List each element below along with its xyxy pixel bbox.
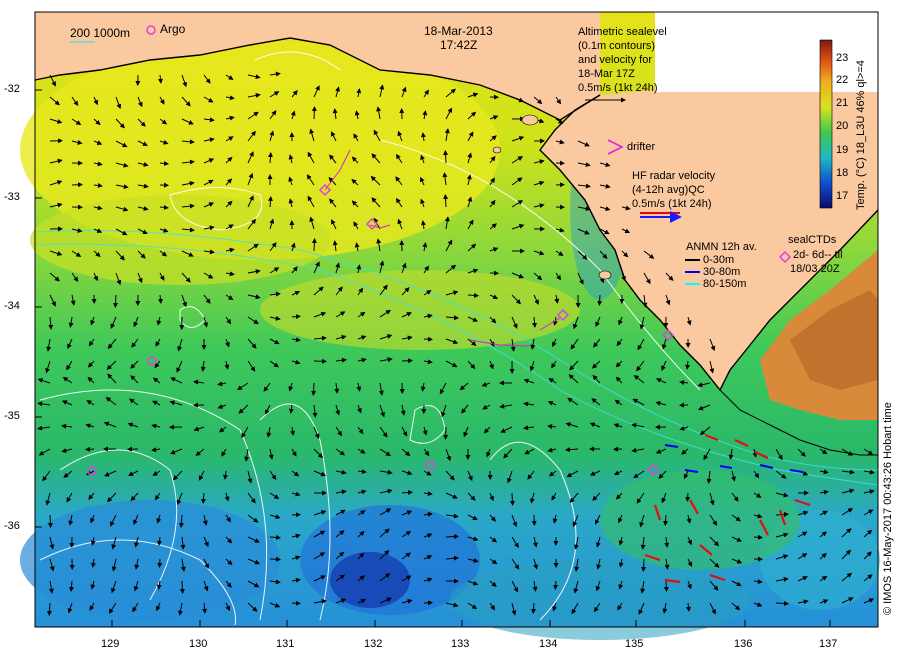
sealctds-legend-line-2: 2d- 6d-- til	[793, 249, 843, 261]
x-tick-label: 137	[819, 638, 838, 650]
velocity-arrow	[597, 294, 603, 306]
velocity-arrow	[291, 600, 301, 606]
velocity-arrow	[157, 558, 163, 568]
altimetry-legend-line-3: and velocity for	[578, 54, 652, 66]
velocity-arrow	[311, 238, 317, 252]
anmn-legend-item-2: 80-150m	[703, 278, 747, 290]
sealctds-legend-line-3: 18/03 20Z	[790, 263, 840, 275]
y-tick-label: -36	[4, 520, 20, 532]
velocity-arrow	[311, 106, 317, 120]
altimetry-legend-line-4: 18-Mar 17Z	[578, 68, 635, 80]
anmn-legend-item-0: 0-30m	[703, 254, 735, 266]
x-tick-label: 130	[189, 638, 208, 650]
altimetry-legend-line-5: 0.5m/s (1kt 24h)	[578, 82, 658, 94]
velocity-arrow	[445, 534, 459, 540]
velocity-arrow	[47, 514, 53, 528]
x-tick-label: 131	[276, 638, 295, 650]
argo-legend-label: Argo	[160, 22, 186, 36]
anmn-legend-item-1: 30-80m	[703, 266, 741, 278]
colorbar-tick: 19	[836, 144, 849, 156]
hf-radar-legend-line-3: 0.5m/s (1kt 24h)	[632, 198, 712, 210]
y-tick-label: -34	[4, 300, 20, 312]
velocity-arrow	[641, 558, 647, 572]
x-tick-label: 132	[364, 638, 383, 650]
velocity-arrow	[553, 580, 559, 590]
velocity-arrow	[775, 600, 789, 606]
altimetry-legend-line-1: Altimetric sealevel	[578, 26, 667, 38]
credit-text: © IMOS 16-May-2017 00:43:26 Hobart time	[882, 402, 894, 615]
velocity-arrow	[685, 492, 691, 502]
hf-radar-legend-line-2: (4-12h avg)QC	[632, 184, 705, 196]
depth-contour-legend: 200 1000m	[70, 26, 131, 40]
colorbar-tick: 22	[836, 74, 849, 86]
velocity-arrow	[443, 194, 449, 208]
x-tick-label: 136	[734, 638, 753, 650]
sst-map	[20, 11, 880, 640]
colorbar-tick: 18	[836, 167, 849, 179]
velocity-arrow	[663, 514, 669, 526]
velocity-arrow	[663, 580, 669, 592]
y-tick-label: -32	[4, 83, 20, 95]
velocity-arrow	[113, 294, 119, 308]
x-tick-label: 135	[625, 638, 644, 650]
drifter-legend-label: drifter	[627, 141, 656, 153]
velocity-arrow	[753, 534, 763, 540]
colorbar	[819, 39, 833, 209]
anmn-legend-title: ANMN 12h av.	[686, 241, 757, 253]
velocity-arrow	[443, 150, 449, 164]
velocity-arrow	[313, 358, 327, 364]
velocity-arrow	[71, 182, 83, 188]
y-tick-label: -33	[4, 191, 20, 203]
sealctds-legend-title: sealCTDs	[788, 234, 837, 246]
altimetry-legend-line-2: (0.1m contours)	[578, 40, 656, 52]
velocity-arrow	[443, 426, 449, 440]
hf-radar-legend-line-1: HF radar velocity	[632, 170, 716, 182]
map-date: 18-Mar-2013	[424, 24, 493, 38]
x-tick-label: 133	[451, 638, 470, 650]
colorbar-tick: 21	[836, 97, 849, 109]
x-tick-label: 129	[101, 638, 120, 650]
colorbar-label: Temp. (°C) 18_L3U 46% ql>=4	[855, 60, 867, 210]
velocity-arrow	[179, 580, 185, 594]
colorbar-tick: 17	[836, 190, 849, 202]
y-tick-label: -35	[4, 410, 20, 422]
velocity-arrow	[85, 446, 95, 452]
colorbar-tick: 23	[836, 52, 849, 64]
velocity-arrow	[509, 492, 515, 506]
velocity-arrow	[467, 292, 479, 298]
colorbar-tick: 20	[836, 120, 849, 132]
velocity-arrow	[311, 382, 317, 396]
map-time: 17:42Z	[440, 38, 478, 52]
x-tick-label: 134	[539, 638, 558, 650]
